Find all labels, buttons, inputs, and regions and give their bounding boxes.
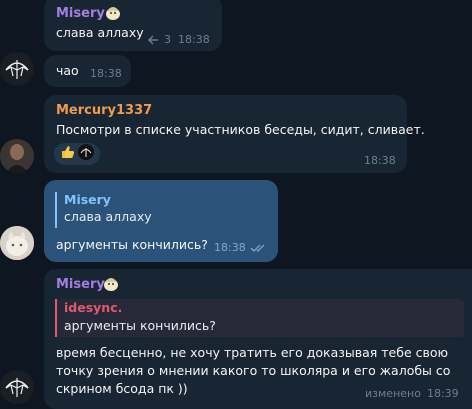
message-time: 18:39 <box>426 387 459 400</box>
reply-preview[interactable]: idesync. аргументы кончились? <box>55 299 464 337</box>
reply-sender-name: idesync. <box>64 300 123 315</box>
message-text-line-2: точку зрения о мнении какого то школяра … <box>56 363 451 378</box>
reactions-bar[interactable] <box>54 143 100 165</box>
message-bubble-misery-1[interactable]: Misery слава аллаху 3 18:38 <box>44 0 222 51</box>
message-bubble-mercury1337[interactable]: Mercury1337 Посмотри в списке участников… <box>44 95 425 173</box>
message-time: 18:38 <box>214 241 246 254</box>
sender-emoji-icon <box>102 274 120 296</box>
double-check-icon <box>250 244 265 252</box>
reply-sender-name: Misery <box>64 192 111 207</box>
message-bubble-chao[interactable]: чао 18:38 <box>44 55 131 87</box>
forward-count: 3 <box>164 33 171 46</box>
message-meta: 3 18:38 <box>148 33 210 46</box>
thumbs-up-emoji-icon <box>60 144 76 164</box>
avatar-self[interactable] <box>0 226 34 260</box>
message-bubble-outgoing-reply[interactable]: Misery слава аллаху аргументы кончились?… <box>44 180 278 262</box>
reply-text: слава аллаху <box>64 209 152 224</box>
message-time: 18:38 <box>364 154 396 167</box>
message-time: 18:38 <box>178 33 210 46</box>
message-text: Посмотри в списке участников беседы, сид… <box>56 122 425 137</box>
message-meta: изменено 18:39 <box>365 387 459 400</box>
reply-preview[interactable]: Misery слава аллаху <box>55 192 270 228</box>
message-text: слава аллаху <box>56 25 144 40</box>
message-text: чао <box>56 63 79 78</box>
avatar-mercury1337[interactable] <box>0 139 34 173</box>
message-text-line-3: скрином бсода пк )) <box>56 381 188 396</box>
message-meta: 18:38 <box>214 241 268 254</box>
avatar-umbrella-2[interactable] <box>0 370 34 404</box>
sender-name[interactable]: Misery <box>56 277 105 292</box>
sender-name[interactable]: Mercury1337 <box>56 103 152 118</box>
sender-name[interactable]: Misery <box>56 6 105 21</box>
sender-emoji-icon <box>104 3 122 25</box>
forward-arrow-icon <box>148 35 158 44</box>
message-text-line-1: время бесценно, не хочу тратить его дока… <box>56 345 449 360</box>
umbrella-emoji-icon <box>78 144 94 164</box>
reply-text: аргументы кончились? <box>64 318 216 333</box>
message-time: 18:38 <box>90 67 122 80</box>
avatar-umbrella[interactable] <box>0 52 34 86</box>
message-bubble-misery-2[interactable]: Misery idesync. аргументы кончились? вре… <box>44 269 472 409</box>
edited-label: изменено <box>365 387 421 400</box>
message-text: аргументы кончились? <box>56 237 208 252</box>
